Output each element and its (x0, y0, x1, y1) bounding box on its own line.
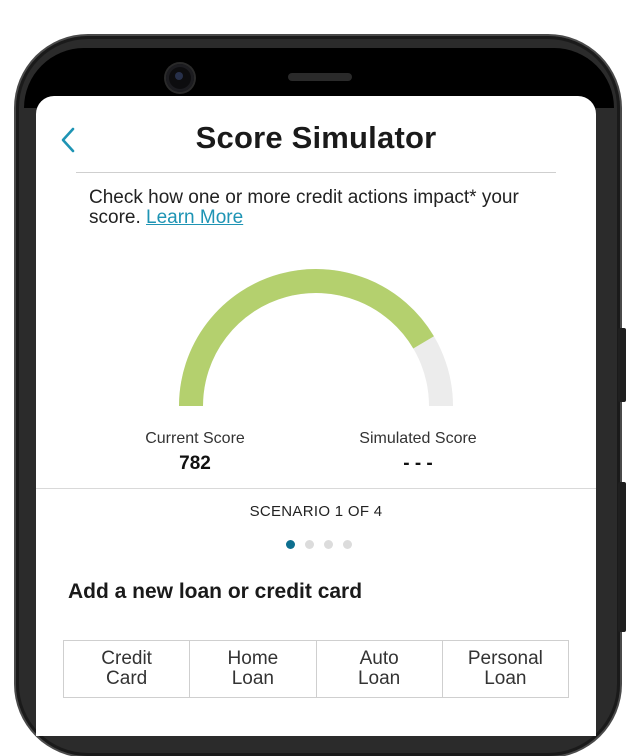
scenario-indicator: SCENARIO 1 OF 4 (249, 503, 383, 520)
learn-more-link[interactable]: Learn More (146, 207, 243, 228)
pagination-dot[interactable] (286, 540, 295, 549)
loan-type-selector: Credit Card Home Loan Auto Loan Personal… (63, 640, 569, 698)
pagination-dot[interactable] (305, 540, 314, 549)
earpiece-speaker (288, 73, 352, 81)
section-divider (36, 488, 596, 489)
title-divider (76, 172, 556, 173)
option-home-loan[interactable]: Home Loan (190, 641, 317, 697)
gauge-fill (179, 269, 434, 407)
score-gauge (179, 269, 453, 407)
section-heading: Add a new loan or credit card (68, 580, 363, 603)
volume-button (618, 482, 626, 632)
option-auto-loan[interactable]: Auto Loan (317, 641, 443, 697)
gauge-track (179, 269, 453, 407)
option-personal-loan[interactable]: Personal Loan (443, 641, 568, 697)
pagination-dot[interactable] (343, 540, 352, 549)
front-camera (166, 64, 194, 92)
intro-text: Check how one or more credit actions imp… (89, 188, 559, 228)
page-title: Score Simulator (195, 120, 437, 155)
current-score-label: Current Score (145, 430, 245, 447)
option-credit-card[interactable]: Credit Card (64, 641, 191, 697)
current-score-value: 782 (179, 453, 211, 474)
simulated-score-value: - - - (403, 453, 433, 474)
pagination-dot[interactable] (324, 540, 333, 549)
pagination-dots (36, 540, 596, 549)
app-screen: Score Simulator Check how one or more cr… (36, 96, 596, 736)
simulated-score-label: Simulated Score (359, 430, 477, 447)
power-button (618, 328, 626, 402)
